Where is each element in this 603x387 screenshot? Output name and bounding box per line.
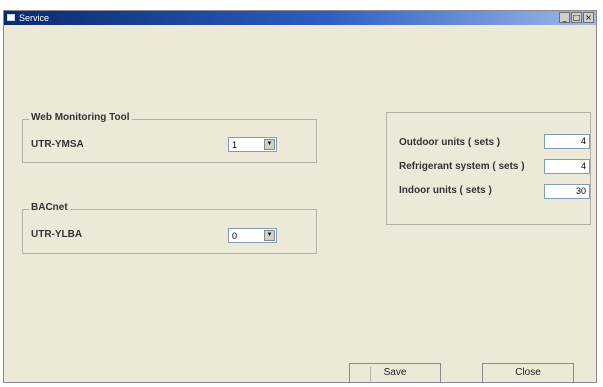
utr-ylba-value: 0: [232, 231, 238, 241]
web-monitoring-tool-legend: Web Monitoring Tool: [29, 112, 132, 123]
refrigerant-system-label: Refrigerant system ( sets ): [399, 161, 525, 172]
refrigerant-system-field[interactable]: 4: [544, 159, 590, 174]
utr-ylba-select[interactable]: 0 ▼: [228, 228, 277, 243]
indoor-units-field[interactable]: 30: [544, 184, 590, 199]
title-bar: Service _ □ ×: [4, 11, 596, 25]
chevron-down-icon[interactable]: ▼: [264, 230, 275, 241]
units-group: Outdoor units ( sets ) 4 Refrigerant sys…: [386, 112, 591, 225]
chevron-down-icon[interactable]: ▼: [264, 139, 275, 150]
bacnet-legend: BACnet: [29, 202, 70, 213]
indoor-units-label: Indoor units ( sets ): [399, 185, 492, 196]
outdoor-units-label: Outdoor units ( sets ): [399, 137, 501, 148]
close-button[interactable]: Close: [482, 363, 574, 383]
maximize-button[interactable]: □: [571, 12, 582, 23]
outdoor-units-field[interactable]: 4: [544, 134, 590, 149]
utr-ymsa-label: UTR-YMSA: [31, 139, 84, 150]
utr-ylba-label: UTR-YLBA: [31, 229, 83, 240]
utr-ymsa-select[interactable]: 1 ▼: [228, 137, 277, 152]
service-window: Service _ □ × Web Monitoring Tool UTR-YM…: [3, 10, 597, 383]
window-icon: [7, 14, 15, 21]
close-window-button[interactable]: ×: [583, 12, 594, 23]
web-monitoring-tool-group: Web Monitoring Tool UTR-YMSA 1 ▼: [22, 112, 317, 163]
utr-ymsa-value: 1: [232, 140, 238, 150]
button-divider: [370, 367, 371, 381]
window-controls: _ □ ×: [559, 12, 594, 23]
save-button[interactable]: Save: [349, 363, 441, 383]
bacnet-group: BACnet UTR-YLBA 0 ▼: [22, 202, 317, 254]
window-title: Service: [19, 13, 50, 23]
minimize-button[interactable]: _: [559, 12, 570, 23]
